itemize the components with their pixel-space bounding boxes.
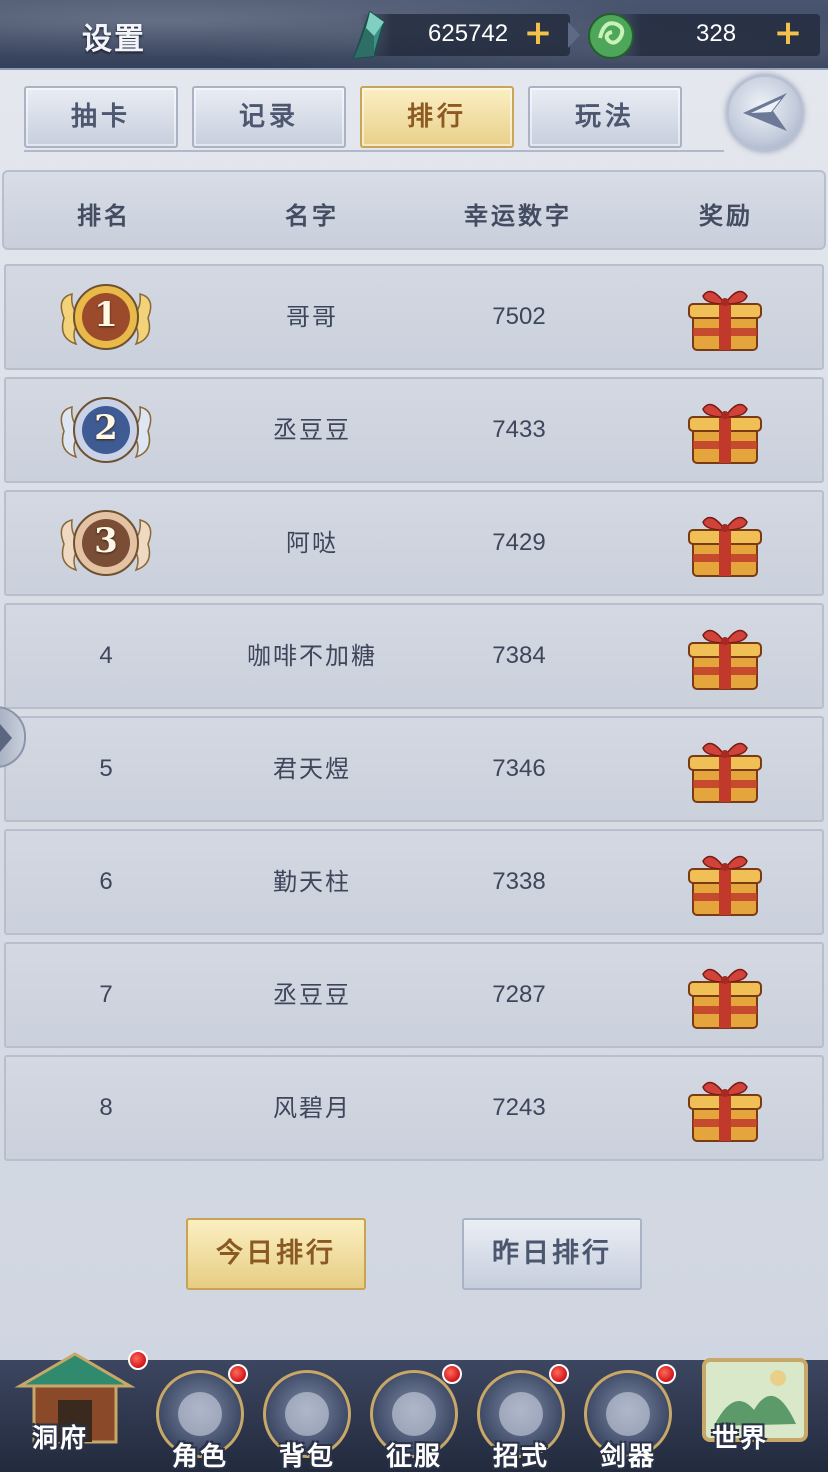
table-row: 2 丞豆豆 7433 [4, 377, 824, 483]
row-player-name: 风碧月 [273, 1094, 351, 1122]
row-reward[interactable] [625, 1057, 825, 1159]
row-rank: 2 [6, 379, 206, 481]
row-reward[interactable] [625, 492, 825, 594]
row-rank: 5 [99, 755, 113, 782]
rank-number: 1 [94, 295, 118, 335]
nav-item-3[interactable]: 征服 [364, 1364, 464, 1472]
table-row: 8 风碧月 7243 [4, 1055, 824, 1161]
back-arrow-icon [743, 93, 787, 131]
back-button[interactable] [726, 74, 804, 152]
tab-gameplay[interactable]: 玩法 [528, 86, 682, 148]
tab-divider [24, 150, 724, 152]
header-reward: 奖励 [699, 201, 753, 230]
gift-box-icon [688, 403, 762, 464]
row-player-name: 阿哒 [286, 529, 338, 557]
spirit-amount: 328 [696, 20, 737, 47]
nav-item-6[interactable]: 世界 [690, 1346, 820, 1472]
jade-currency: 625742 + [352, 10, 580, 60]
table-row: 6 勤天柱 7338 [4, 829, 824, 935]
row-reward[interactable] [625, 944, 825, 1046]
nav-label: 背包 [278, 1442, 335, 1472]
today-ranking-button[interactable]: 今日排行 [186, 1218, 366, 1290]
row-lucky-number: 7243 [492, 1094, 546, 1121]
arrow-right-icon [568, 22, 580, 48]
notification-badge [549, 1364, 569, 1384]
row-player-name: 丞豆豆 [273, 416, 351, 444]
row-rank: 8 [99, 1094, 113, 1121]
page-title: 设置 [82, 22, 146, 57]
nav-label: 洞府 [31, 1424, 88, 1454]
nav-label: 世界 [711, 1424, 768, 1454]
row-reward[interactable] [625, 266, 825, 368]
spirit-orb-icon [588, 13, 634, 59]
table-row: 5 君天煜 7346 [4, 716, 824, 822]
tab-records[interactable]: 记录 [192, 86, 346, 148]
table-row: 7 丞豆豆 7287 [4, 942, 824, 1048]
top-bar: 设置 625742 + 328 + [0, 0, 828, 70]
yesterday-ranking-button[interactable]: 昨日排行 [462, 1218, 642, 1290]
jade-amount: 625742 [428, 20, 509, 47]
row-rank: 7 [99, 981, 113, 1008]
notification-badge [442, 1364, 462, 1384]
rank-number: 3 [94, 521, 118, 561]
row-reward[interactable] [625, 605, 825, 707]
row-rank: 4 [99, 642, 113, 669]
gift-box-icon [688, 290, 762, 351]
notification-badge [656, 1364, 676, 1384]
nav-label: 征服 [385, 1442, 442, 1472]
header-name: 名字 [285, 201, 339, 230]
row-lucky-number: 7433 [492, 416, 546, 443]
row-reward[interactable] [625, 379, 825, 481]
row-lucky-number: 7384 [492, 642, 546, 669]
nav-item-4[interactable]: 招式 [471, 1364, 571, 1472]
table-row: 3 阿哒 7429 [4, 490, 824, 596]
jade-crystal-icon [352, 10, 386, 60]
chevron-right-icon [0, 724, 12, 752]
row-player-name: 勤天柱 [273, 868, 351, 896]
spirit-currency: 328 + [588, 13, 820, 59]
header-rank: 排名 [77, 201, 131, 230]
tab-draw[interactable]: 抽卡 [24, 86, 178, 148]
row-rank: 3 [6, 492, 206, 594]
gift-box-icon [688, 1081, 762, 1142]
row-lucky-number: 7346 [492, 755, 546, 782]
tab-ranking[interactable]: 排行 [360, 86, 514, 148]
gift-box-icon [688, 968, 762, 1029]
table-row: 1 哥哥 7502 [4, 264, 824, 370]
row-rank: 1 [6, 266, 206, 368]
header-lucky-number: 幸运数字 [464, 201, 572, 230]
row-reward[interactable] [625, 831, 825, 933]
gift-box-icon [688, 855, 762, 916]
row-lucky-number: 7429 [492, 529, 546, 556]
gift-box-icon [688, 742, 762, 803]
add-spirit-button[interactable]: + [770, 16, 806, 52]
row-reward[interactable] [625, 718, 825, 820]
nav-item-1[interactable]: 角色 [150, 1364, 250, 1472]
nav-label: 招式 [492, 1442, 549, 1472]
row-player-name: 丞豆豆 [273, 981, 351, 1009]
row-player-name: 哥哥 [286, 303, 338, 331]
notification-badge [128, 1350, 148, 1370]
nav-label: 剑器 [599, 1442, 656, 1472]
ranking-table-header: 排名 名字 幸运数字 奖励 [2, 170, 826, 250]
row-lucky-number: 7502 [492, 303, 546, 330]
gift-box-icon [688, 516, 762, 577]
row-player-name: 咖啡不加糖 [247, 642, 377, 670]
row-player-name: 君天煜 [273, 755, 351, 783]
add-jade-button[interactable]: + [520, 16, 556, 52]
nav-item-0[interactable]: 洞府 [10, 1346, 148, 1472]
notification-badge [228, 1364, 248, 1384]
nav-item-5[interactable]: 剑器 [578, 1364, 678, 1472]
row-lucky-number: 7338 [492, 868, 546, 895]
table-row: 4 咖啡不加糖 7384 [4, 603, 824, 709]
nav-label: 角色 [171, 1442, 228, 1472]
rank-number: 2 [94, 408, 118, 448]
nav-item-2[interactable]: 背包 [257, 1364, 357, 1472]
gift-box-icon [688, 629, 762, 690]
row-lucky-number: 7287 [492, 981, 546, 1008]
row-rank: 6 [99, 868, 113, 895]
